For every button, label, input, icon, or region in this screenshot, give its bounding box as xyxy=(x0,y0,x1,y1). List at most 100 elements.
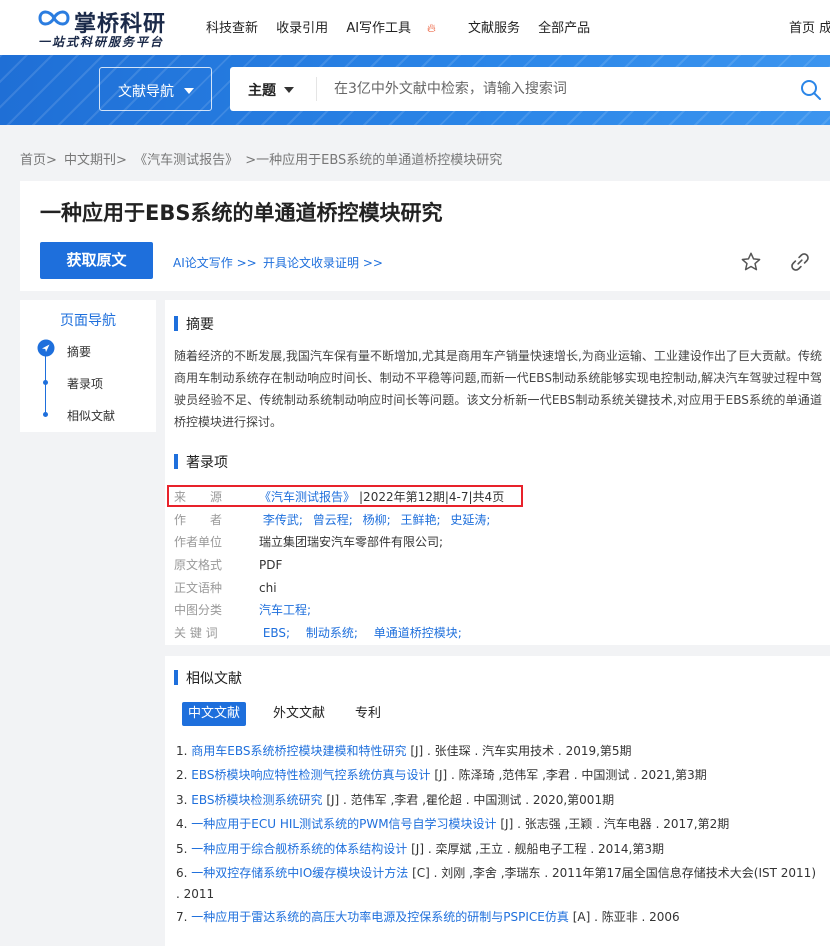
author-link[interactable]: 李传武; xyxy=(263,513,303,527)
meta-keywords-key: 关 键 词 xyxy=(174,626,218,640)
list-item: 4. 一种应用于ECU HIL测试系统的PWM信号自学习模块设计 [J] . 张… xyxy=(176,814,821,835)
similar-heading: 相似文献 xyxy=(174,668,242,688)
inclusion-certificate-link[interactable]: 开具论文收录证明 >> xyxy=(263,254,383,271)
meta-source-journal-link[interactable]: 《汽车测试报告》 xyxy=(259,490,355,504)
ref-title-link[interactable]: 一种双控存储系统中IO缓存模块设计方法 xyxy=(191,866,408,880)
ref-number: 2. xyxy=(176,768,188,782)
meta-language-row: 正文语种 chi xyxy=(174,579,277,596)
list-item: 3. EBS桥模块检测系统研究 [J] . 范伟军 ,李君 ,瞿伦超 . 中国测… xyxy=(176,790,821,811)
logo-subtitle: 一站式科研服务平台 xyxy=(38,35,165,49)
hot-flame-icon: 🔥︎ xyxy=(427,21,436,35)
paper-details-card: 摘要 随着经济的不断发展,我国汽车保有量不断增加,尤其是商用车产销量快速增长,为… xyxy=(165,300,830,645)
search-scope-label: 主题 xyxy=(248,83,276,99)
search-box: 主题 xyxy=(230,67,830,111)
author-link[interactable]: 史延涛; xyxy=(450,513,490,527)
top-header: 掌桥科研 一站式科研服务平台 科技查新 收录引用 AI写作工具 🔥︎ 文献服务 全… xyxy=(0,0,830,55)
breadcrumb-home[interactable]: 首页> xyxy=(20,153,57,168)
logo-infinity-icon xyxy=(38,10,70,26)
ref-title-link[interactable]: EBS桥模块检测系统研究 xyxy=(191,793,322,807)
ref-title-link[interactable]: 一种应用于雷达系统的高压大功率电源及控保系统的研制与PSPICE仿真 xyxy=(191,910,569,924)
abstract-heading: 摘要 xyxy=(174,314,214,334)
nav-item-literature-service[interactable]: 文献服务 xyxy=(468,17,520,36)
list-item: 5. 一种应用于综合舰桥系统的体系结构设计 [J] . 栾厚斌 ,王立 . 舰船… xyxy=(176,839,821,860)
star-icon[interactable] xyxy=(740,251,762,273)
link-icon[interactable] xyxy=(789,251,811,273)
meta-language-key: 正文语种 xyxy=(174,581,223,595)
list-item: 6. 一种双控存储系统中IO缓存模块设计方法 [C] . 刘刚 ,李舍 ,李瑞东… xyxy=(176,863,821,905)
ref-details: [J] . 张志强 ,王颖 . 汽车电器 . 2017,第2期 xyxy=(496,817,730,831)
list-item: 2. EBS桥模块响应特性检测气控系统仿真与设计 [J] . 陈泽琦 ,范伟军 … xyxy=(176,765,821,786)
ref-details: [J] . 张佳琛 . 汽车实用技术 . 2019,第5期 xyxy=(406,744,632,758)
author-link[interactable]: 曾云程; xyxy=(313,513,353,527)
similar-literature-card: 相似文献 中文文献 外文文献 专利 1. 商用车EBS系统桥控模块建模和特性研究… xyxy=(165,656,830,946)
ai-writing-link[interactable]: AI论文写作 >> xyxy=(173,254,257,271)
meta-affiliation-key: 作者单位 xyxy=(174,535,223,549)
page-nav-panel: 页面导航 摘要 著录项 相似文献 xyxy=(20,300,156,432)
search-banner: 文献导航 主题 xyxy=(0,55,830,125)
page-nav-item-similar[interactable]: 相似文献 xyxy=(67,407,115,424)
meta-source-issue: |2022年第12期|4-7|共4页 xyxy=(359,490,505,504)
ref-title-link[interactable]: 一种应用于综合舰桥系统的体系结构设计 xyxy=(191,842,407,856)
ref-title-link[interactable]: 商用车EBS系统桥控模块建模和特性研究 xyxy=(191,744,406,758)
ref-number: 5. xyxy=(176,842,188,856)
page-nav-dot xyxy=(43,412,48,417)
nav-home-link[interactable]: 首页 成 xyxy=(789,17,830,36)
meta-classification-link[interactable]: 汽车工程; xyxy=(259,603,311,617)
record-heading: 著录项 xyxy=(174,452,228,472)
search-scope-select[interactable]: 主题 xyxy=(248,80,294,100)
list-item: 7. 一种应用于雷达系统的高压大功率电源及控保系统的研制与PSPICE仿真 [A… xyxy=(176,907,821,928)
get-fulltext-button[interactable]: 获取原文 xyxy=(40,242,153,279)
page-nav-dot xyxy=(43,380,48,385)
tab-foreign-literature[interactable]: 外文文献 xyxy=(267,702,331,726)
meta-format-row: 原文格式 PDF xyxy=(174,556,282,573)
meta-source-key: 来 源 xyxy=(174,490,223,504)
meta-authors-row: 作 者 李传武; 曾云程; 杨柳; 王鲜艳; 史延涛; xyxy=(174,511,496,528)
location-pin-icon xyxy=(37,339,55,357)
meta-classification-key: 中图分类 xyxy=(174,603,223,617)
search-input[interactable] xyxy=(334,75,774,103)
divider xyxy=(316,77,317,101)
meta-authors-key: 作 者 xyxy=(174,513,223,527)
literature-nav-label: 文献导航 xyxy=(118,84,174,100)
meta-source-row: 来 源 《汽车测试报告》 |2022年第12期|4-7|共4页 xyxy=(174,488,504,505)
keyword-link[interactable]: 单通道桥控模块; xyxy=(374,626,462,640)
breadcrumb-current: >一种应用于EBS系统的单通道桥控模块研究 xyxy=(245,153,503,168)
nav-item-citation[interactable]: 收录引用 xyxy=(276,17,328,36)
nav-item-ai-writing[interactable]: AI写作工具 🔥︎ xyxy=(346,17,450,36)
ref-details: [A] . 陈亚非 . 2006 xyxy=(568,910,680,924)
keyword-link[interactable]: 制动系统; xyxy=(306,626,358,640)
paper-header-card: 一种应用于EBS系统的单通道桥控模块研究 获取原文 AI论文写作 >> 开具论文… xyxy=(20,181,830,291)
literature-nav-dropdown[interactable]: 文献导航 xyxy=(99,67,212,111)
page-nav-item-abstract[interactable]: 摘要 xyxy=(67,343,91,360)
ref-number: 4. xyxy=(176,817,188,831)
page-nav-title: 页面导航 xyxy=(60,313,116,329)
author-link[interactable]: 杨柳; xyxy=(363,513,391,527)
ref-details: [J] . 栾厚斌 ,王立 . 舰船电子工程 . 2014,第3期 xyxy=(407,842,664,856)
nav-item-novelty-search[interactable]: 科技查新 xyxy=(206,17,258,36)
ref-details: [J] . 范伟军 ,李君 ,瞿伦超 . 中国测试 . 2020,第001期 xyxy=(322,793,615,807)
search-icon[interactable] xyxy=(799,78,823,102)
meta-affiliation-value: 瑞立集团瑞安汽车零部件有限公司; xyxy=(259,535,444,549)
breadcrumb-chinese-journals[interactable]: 中文期刊> xyxy=(64,153,127,168)
breadcrumb: 首页> 中文期刊> 《汽车测试报告》 >一种应用于EBS系统的单通道桥控模块研究 xyxy=(20,149,505,168)
list-item: 1. 商用车EBS系统桥控模块建模和特性研究 [J] . 张佳琛 . 汽车实用技… xyxy=(176,741,821,762)
main-nav: 科技查新 收录引用 AI写作工具 🔥︎ 文献服务 全部产品 xyxy=(206,17,604,36)
ref-number: 6. xyxy=(176,866,188,880)
author-link[interactable]: 王鲜艳; xyxy=(400,513,440,527)
paper-title: 一种应用于EBS系统的单通道桥控模块研究 xyxy=(40,201,443,225)
site-logo[interactable]: 掌桥科研 一站式科研服务平台 xyxy=(36,6,176,49)
nav-item-all-products[interactable]: 全部产品 xyxy=(538,17,590,36)
ref-number: 3. xyxy=(176,793,188,807)
ref-title-link[interactable]: 一种应用于ECU HIL测试系统的PWM信号自学习模块设计 xyxy=(191,817,496,831)
ref-details: [J] . 陈泽琦 ,范伟军 ,李君 . 中国测试 . 2021,第3期 xyxy=(430,768,707,782)
tab-chinese-literature[interactable]: 中文文献 xyxy=(182,702,247,726)
meta-format-key: 原文格式 xyxy=(174,558,223,572)
meta-language-value: chi xyxy=(259,581,277,595)
ref-title-link[interactable]: EBS桥模块响应特性检测气控系统仿真与设计 xyxy=(191,768,430,782)
tab-patents[interactable]: 专利 xyxy=(349,702,387,726)
keyword-link[interactable]: EBS; xyxy=(263,626,290,640)
page-nav-item-record[interactable]: 著录项 xyxy=(67,375,103,392)
nav-item-ai-writing-label: AI写作工具 xyxy=(346,21,412,36)
caret-down-icon xyxy=(184,88,194,94)
breadcrumb-journal[interactable]: 《汽车测试报告》 xyxy=(134,153,238,168)
